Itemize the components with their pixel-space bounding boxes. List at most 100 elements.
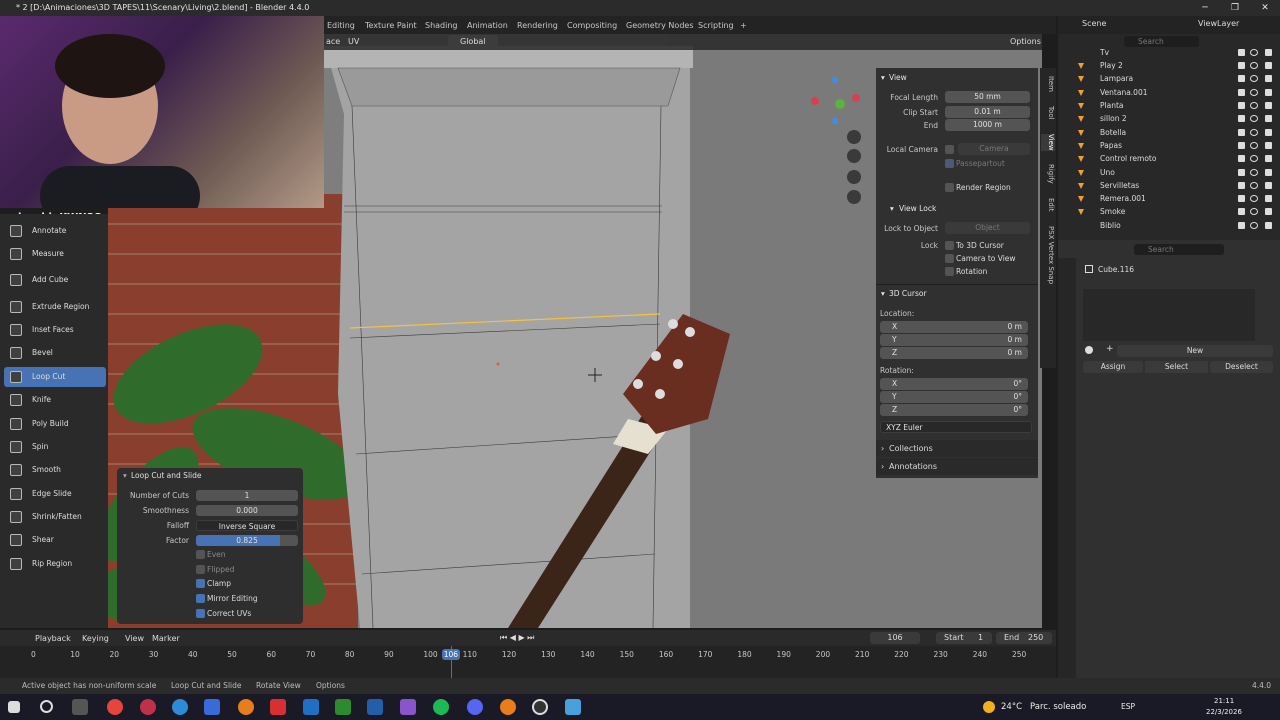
clock-time[interactable]: 21:11 [1214,697,1234,705]
camera-icon[interactable] [1265,142,1272,149]
collapse-arrow-icon[interactable]: ▾ [123,471,127,480]
expand-icon[interactable] [1078,183,1084,189]
expand-icon[interactable] [1078,156,1084,162]
tool-smooth[interactable]: Smooth [4,460,106,480]
eye-icon[interactable] [1250,222,1258,229]
properties-search-input[interactable]: Search [1134,244,1224,255]
camera-field[interactable]: Camera [958,143,1030,155]
deselect-button[interactable]: Deselect [1210,361,1273,373]
outliner-row[interactable]: Ventana.001 [1058,86,1278,99]
tool-poly-build[interactable]: Poly Build [4,414,106,434]
outliner-row[interactable]: Botella [1058,126,1278,139]
cursor-rotation-z[interactable]: Z 0° [880,404,1028,416]
tool-measure[interactable]: Measure [4,244,106,264]
outliner-row[interactable]: Lampara [1058,72,1278,85]
outliner-row[interactable]: Remera.001 [1058,192,1278,205]
obs-icon[interactable] [532,699,548,715]
selected-mesh[interactable] [330,64,690,628]
collapse-arrow-icon[interactable]: ▾ [881,289,885,298]
uv-menu[interactable]: UV [348,37,359,46]
tab-texture-paint[interactable]: Texture Paint [365,18,417,34]
tool-loop-cut[interactable]: Loop Cut [4,367,106,387]
3d-cursor-header[interactable]: 3D Cursor [889,289,927,298]
camera-icon[interactable] [1265,208,1272,215]
checkbox-icon[interactable] [1238,129,1245,136]
checkbox-icon[interactable] [1238,62,1245,69]
clamp-checkbox[interactable] [196,579,205,588]
checkbox-icon[interactable] [1238,102,1245,109]
collapse-arrow-icon[interactable]: ▾ [881,73,885,82]
eye-icon[interactable] [1250,62,1258,69]
checkbox-icon[interactable] [1238,222,1245,229]
focal-length-field[interactable]: 50 mm [945,91,1030,103]
expand-icon[interactable] [1078,170,1084,176]
view-panel-header[interactable]: View [889,73,907,82]
search-icon[interactable] [40,700,53,713]
blender-icon[interactable] [238,699,254,715]
checkbox-icon[interactable] [1238,155,1245,162]
tool-edge-slide[interactable]: Edge Slide [4,484,106,504]
tool-annotate[interactable]: Annotate [4,221,106,241]
tool-bevel[interactable]: Bevel [4,343,106,363]
add-workspace-button[interactable]: + [740,18,747,34]
mirror-editing-checkbox[interactable] [196,594,205,603]
transform-orientation-dropdown[interactable]: Global [448,35,498,48]
tool-inset-faces[interactable]: Inset Faces [4,320,106,340]
language-indicator[interactable]: ESP [1121,702,1135,711]
tab-rendering[interactable]: Rendering [517,18,558,34]
marker-menu[interactable]: Marker [152,634,180,643]
app-icon[interactable] [565,699,581,715]
app-icon[interactable] [400,699,416,715]
eye-icon[interactable] [1250,182,1258,189]
even-checkbox[interactable] [196,550,205,559]
weather-icon[interactable] [983,701,995,713]
end-frame-field[interactable]: End 250 [996,632,1052,644]
expand-icon[interactable] [1078,116,1084,122]
camera-icon[interactable] [1265,49,1272,56]
rotation-lock-checkbox[interactable] [945,267,954,276]
start-frame-field[interactable]: Start 1 [936,632,992,644]
render-region-checkbox[interactable] [945,183,954,192]
task-view-icon[interactable] [72,699,88,715]
camera-icon[interactable] [1265,75,1272,82]
tab-compositing[interactable]: Compositing [567,18,617,34]
tab-geometry-nodes[interactable]: Geometry Nodes [626,18,693,34]
new-button[interactable]: New [1117,345,1273,357]
cursor-location-y[interactable]: Y 0 m [880,334,1028,346]
clip-start-field[interactable]: 0.01 m [945,106,1030,118]
cursor-location-z[interactable]: Z 0 m [880,347,1028,359]
pycharm-icon[interactable] [335,699,351,715]
tab-edit[interactable]: Edit [1041,198,1055,212]
eye-icon[interactable] [1250,102,1258,109]
expand-icon[interactable] [1078,103,1084,109]
outliner-row[interactable]: Play 2 [1058,59,1278,72]
eye-icon[interactable] [1250,142,1258,149]
select-button[interactable]: Select [1145,361,1208,373]
options-menu[interactable]: Options [1010,37,1041,46]
annotations-panel[interactable]: › Annotations [876,458,1038,475]
tab-psx-vertex-snap[interactable]: PSX Vertex Snap [1041,226,1055,284]
camera-icon[interactable] [1265,89,1272,96]
expand-icon[interactable] [1078,209,1084,215]
keying-menu[interactable]: Keying [82,634,109,643]
assign-button[interactable]: Assign [1083,361,1143,373]
minimize-button[interactable]: ─ [1190,0,1220,16]
current-frame-field[interactable]: 106 [870,632,920,644]
camera-icon[interactable] [1265,102,1272,109]
spotify-icon[interactable] [433,699,449,715]
flipped-checkbox[interactable] [196,565,205,574]
camera-icon[interactable] [1265,169,1272,176]
camera-icon[interactable] [1265,129,1272,136]
correct-uvs-checkbox[interactable] [196,609,205,618]
outliner-row[interactable]: Smoke [1058,205,1278,218]
vertex-group-list[interactable] [1083,289,1255,341]
blender-icon[interactable] [500,699,516,715]
outliner-row[interactable]: Tv [1058,46,1278,59]
smoothness-field[interactable]: 0.000 [196,505,298,516]
collapse-arrow-icon[interactable]: ▾ [890,204,894,213]
close-button[interactable]: ✕ [1250,0,1280,16]
playback-controls-icon[interactable]: ⏮ ◀ ▶ ⏭ [500,633,534,643]
view-lock-header[interactable]: View Lock [899,204,936,213]
app-icon[interactable] [303,699,319,715]
checkbox-icon[interactable] [1238,142,1245,149]
